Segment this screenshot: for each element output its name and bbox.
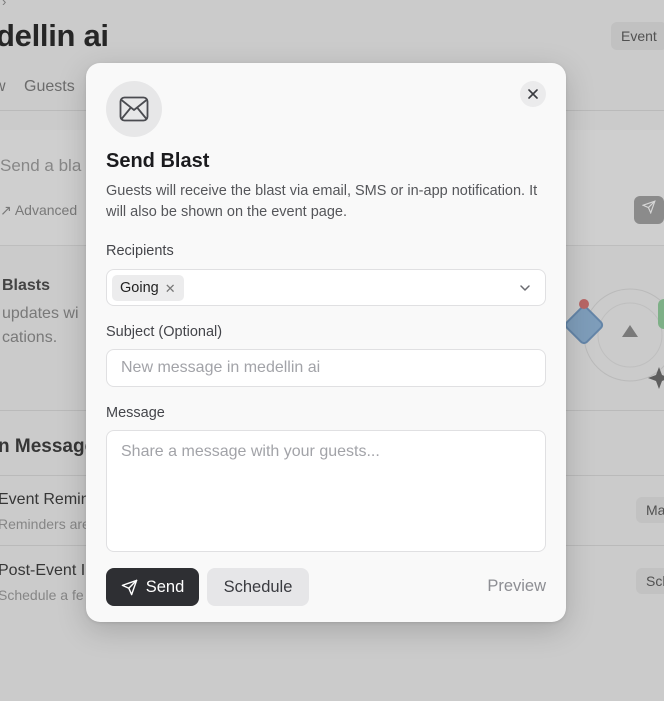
message-textarea[interactable] <box>106 430 546 552</box>
recipients-label: Recipients <box>106 243 174 259</box>
recipient-chip-going: Going ✕ <box>112 275 184 301</box>
send-button[interactable]: Send <box>106 568 199 606</box>
schedule-button-label: Schedule <box>223 577 293 596</box>
send-button-label: Send <box>145 577 185 596</box>
envelope-icon <box>119 96 149 122</box>
close-button[interactable] <box>520 81 546 107</box>
send-blast-modal: Send Blast Guests will receive the blast… <box>86 63 566 622</box>
modal-icon-badge <box>106 81 162 137</box>
modal-title: Send Blast <box>106 150 210 172</box>
preview-button[interactable]: Preview <box>487 577 546 596</box>
remove-recipient-icon[interactable]: ✕ <box>165 282 176 295</box>
schedule-button[interactable]: Schedule <box>207 568 309 606</box>
send-icon <box>121 579 138 595</box>
message-label: Message <box>106 405 165 421</box>
modal-description: Guests will receive the blast via email,… <box>106 183 538 220</box>
subject-input[interactable] <box>106 349 546 387</box>
chevron-down-icon <box>520 285 530 291</box>
subject-label: Subject (Optional) <box>106 324 223 340</box>
close-icon <box>528 89 538 99</box>
recipients-select[interactable]: Going ✕ <box>106 269 546 306</box>
recipient-chip-label: Going <box>120 280 159 296</box>
